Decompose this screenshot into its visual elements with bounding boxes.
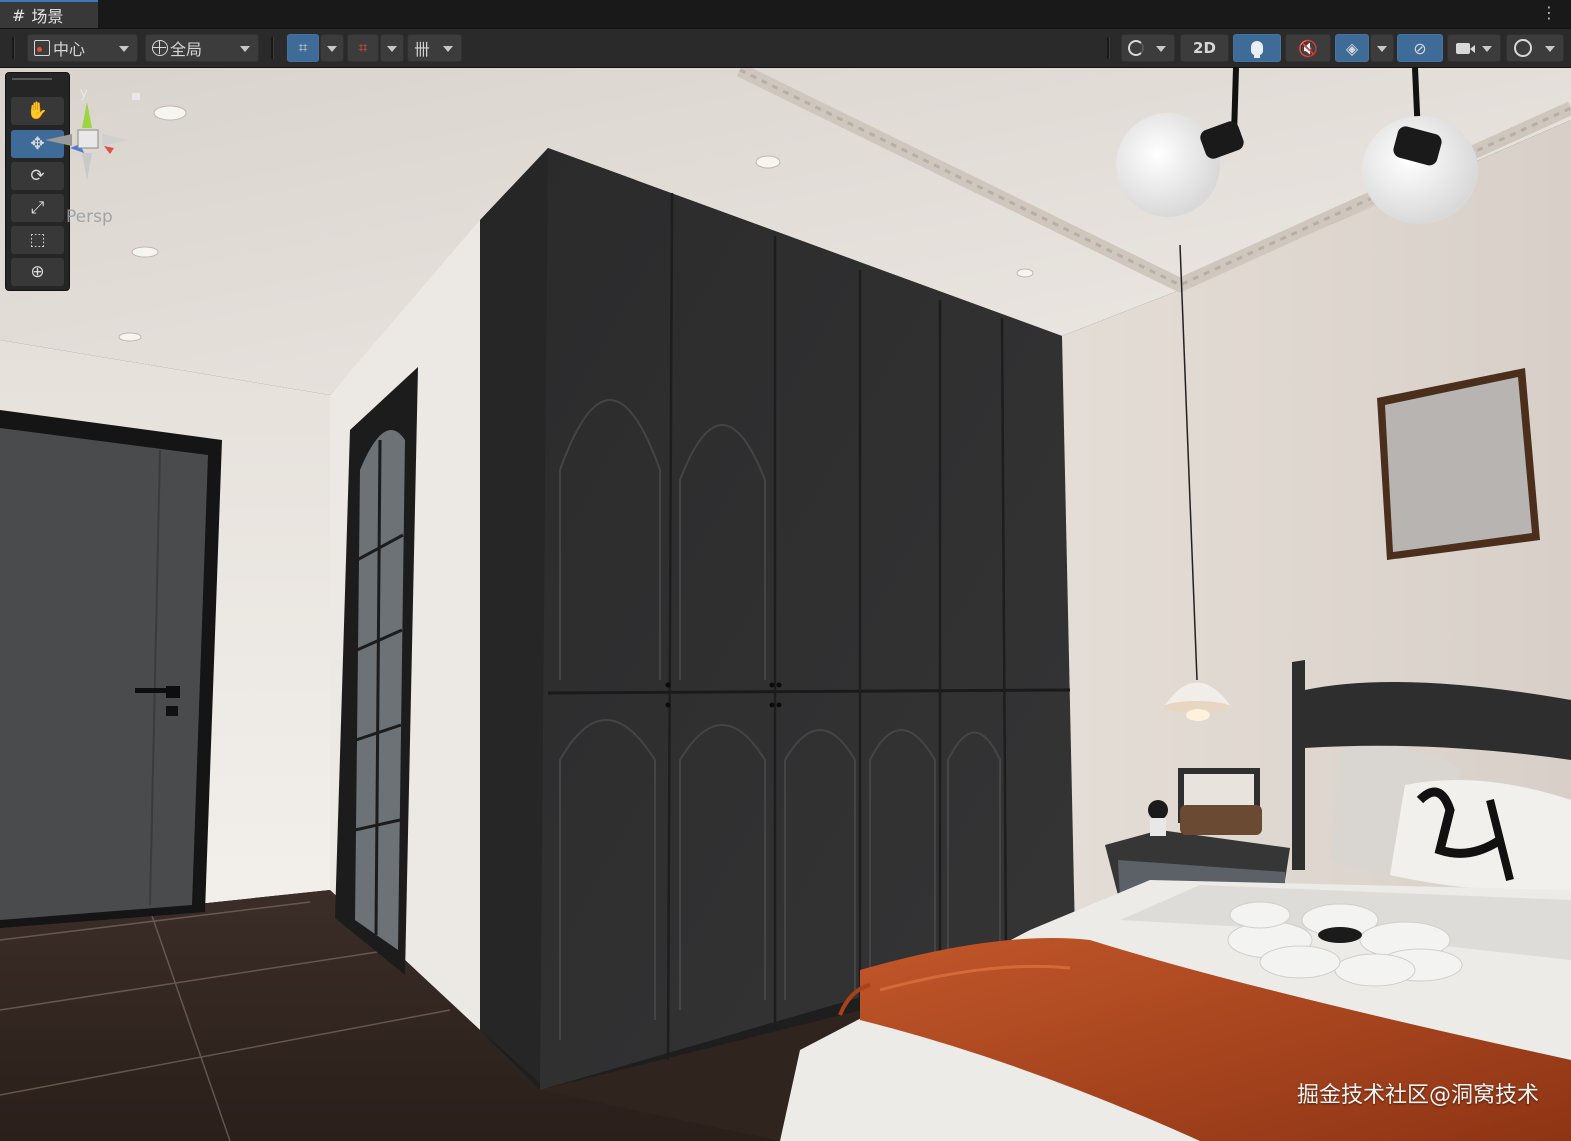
increment-snap-icon: ⌗ [358,38,368,57]
pivot-icon [34,40,50,56]
space-dropdown[interactable]: 全局 [145,34,259,62]
orientation-gizmo-graphic [45,102,128,180]
gizmo-globe-icon [1514,39,1532,57]
toolbar-grip [12,37,15,59]
draw-mode-dropdown[interactable] [1121,34,1175,62]
transform-icon: ⊕ [30,262,45,282]
chevron-down-icon [387,46,397,52]
effects-toggle[interactable]: ◈ [1335,34,1369,62]
globe-icon [152,40,168,56]
rendered-bedroom-scene [0,68,1571,1141]
audio-toggle[interactable]: 🔇 [1285,34,1331,62]
view-2d-toggle[interactable]: 2D [1180,34,1229,62]
gizmos-dropdown[interactable] [1506,34,1564,62]
chevron-down-icon [1377,46,1387,52]
chevron-down-icon [443,46,453,52]
toolbar-separator [271,37,274,59]
chevron-down-icon [1156,46,1166,52]
grid-snap-button[interactable]: ⌗ [287,34,319,62]
layers-effects-icon: ◈ [1345,38,1359,58]
lock-icon[interactable] [132,93,140,100]
pivot-dropdown[interactable]: 中心 [27,34,138,62]
gizmo-axis-y-label: y [80,86,88,101]
transform-tool-button[interactable]: ⊕ [11,258,64,286]
scale-icon: ⤢ [30,198,45,218]
panel-grip[interactable] [12,78,52,80]
camera-icon [1456,42,1475,54]
increment-snap-dropdown[interactable] [380,34,404,62]
increment-snap-button[interactable]: ⌗ [347,34,379,62]
chevron-down-icon [119,46,129,52]
kebab-menu-icon[interactable]: ⋮ [1541,4,1557,22]
orientation-gizmo[interactable]: y [40,86,140,188]
hidden-objects-toggle[interactable]: ⊘ [1397,34,1443,62]
lighting-toggle[interactable] [1233,34,1281,62]
camera-dropdown[interactable] [1447,34,1501,62]
view-2d-label: 2D [1193,39,1216,57]
scene-viewport[interactable]: ✋ ✥ ⟳ ⤢ ⬚ ⊕ y Persp 掘金技术社区@洞窝技术 [0,68,1571,1141]
rect-transform-icon: ⬚ [29,230,46,250]
watermark-text: 掘金技术社区@洞窝技术 [1296,1083,1539,1108]
effects-dropdown[interactable] [1370,34,1394,62]
speaker-mute-icon: 🔇 [1298,38,1318,58]
grid-hash-icon: # [12,5,26,25]
tab-scene[interactable]: # 场景 [0,0,98,28]
chevron-down-icon [1545,46,1555,52]
grid-snap-icon: ⌗ [298,38,308,57]
grid-visibility-dropdown[interactable]: 卌 [407,34,462,62]
light-bulb-icon [1251,41,1263,58]
scale-tool-button[interactable]: ⤢ [11,194,64,222]
pivot-label: 中心 [53,40,86,59]
scene-tab-bar: # 场景 ⋮ [0,0,1571,29]
grid-snap-dropdown[interactable] [320,34,344,62]
scene-toolbar: 中心 全局 ⌗ ⌗ 卌 2D 🔇 ◈ ⊘ [0,29,1571,68]
tab-scene-label: 场景 [31,7,64,26]
grid-lines-icon: 卌 [414,40,431,59]
chevron-down-icon [327,46,337,52]
chevron-down-icon [1482,46,1492,52]
chevron-down-icon [240,46,250,52]
projection-label[interactable]: Persp [66,207,113,227]
space-label: 全局 [170,40,203,59]
eye-slash-icon: ⊘ [1413,38,1427,58]
shading-sphere-icon [1128,40,1144,56]
rect-tool-button[interactable]: ⬚ [11,226,64,254]
toolbar-separator [1107,37,1110,59]
